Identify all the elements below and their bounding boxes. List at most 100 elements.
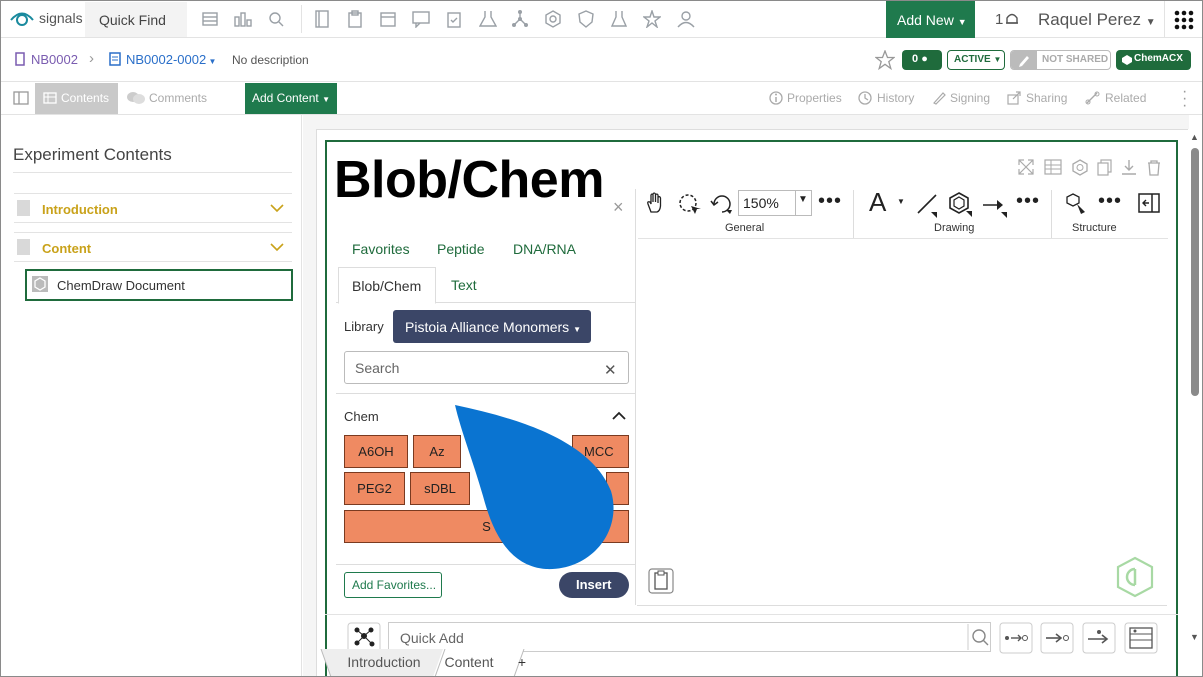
add-product-icon[interactable]: [1040, 622, 1074, 654]
user-menu[interactable]: Raquel Perez ▼: [1038, 10, 1156, 30]
add-new-button[interactable]: Add New ▼: [886, 1, 975, 38]
add-tab-button[interactable]: +: [512, 649, 532, 676]
chat-icon[interactable]: [412, 10, 430, 28]
bar-chart-icon[interactable]: [234, 11, 252, 27]
clipboard-paste-icon[interactable]: [648, 568, 674, 594]
panel-collapse-icon[interactable]: [1138, 193, 1160, 213]
tab-peptide[interactable]: Peptide: [437, 241, 484, 257]
download-icon[interactable]: [1121, 159, 1137, 176]
calendar-icon[interactable]: [380, 10, 396, 28]
comment-count: 0: [912, 53, 919, 65]
more-horizontal-icon[interactable]: •••: [1016, 190, 1040, 213]
hexagon-icon: [1122, 55, 1132, 65]
add-content-button[interactable]: Add Content ▼: [245, 83, 337, 114]
bottom-tab-content[interactable]: Content: [434, 649, 504, 676]
sharing-button[interactable]: Sharing: [1026, 91, 1067, 105]
expand-icon[interactable]: [1018, 159, 1034, 175]
chevron-down-icon[interactable]: [270, 243, 284, 252]
trash-icon[interactable]: [1146, 159, 1162, 176]
chemdraw-icon: [32, 276, 48, 292]
chemacx-label: ChemACX: [1134, 53, 1183, 64]
section-introduction[interactable]: Introduction: [14, 193, 292, 223]
status-dropdown[interactable]: ACTIVE ▼: [947, 50, 1005, 70]
quick-add-input[interactable]: Quick Add: [388, 622, 991, 652]
close-icon[interactable]: ×: [613, 197, 624, 218]
app-launcher-button[interactable]: [1164, 1, 1202, 38]
entry-description[interactable]: No description: [232, 53, 309, 67]
related-button[interactable]: Related: [1105, 91, 1146, 105]
copy-icon[interactable]: [1097, 159, 1113, 176]
rotate-icon[interactable]: [710, 192, 734, 216]
monomer-button[interactable]: PEG2: [344, 472, 405, 505]
comments-icon[interactable]: [126, 91, 146, 105]
notebook-icon: [15, 52, 25, 66]
structure-cleanup-icon[interactable]: [1065, 192, 1089, 216]
hand-icon[interactable]: [645, 192, 665, 214]
monomer-search-input[interactable]: Search: [344, 351, 629, 384]
library-dropdown[interactable]: Pistoia Alliance Monomers ▼: [393, 310, 591, 343]
properties-button[interactable]: Properties: [787, 91, 842, 105]
user-icon[interactable]: [677, 10, 695, 28]
sharing-status[interactable]: NOT SHARED: [1010, 50, 1111, 70]
clipboard-icon[interactable]: [348, 10, 362, 28]
caret-down-icon[interactable]: ▼: [798, 194, 808, 205]
lasso-icon[interactable]: [677, 192, 701, 216]
history-button[interactable]: History: [877, 91, 914, 105]
tab-contents[interactable]: Contents: [35, 83, 118, 114]
caret-down-icon[interactable]: ▼: [897, 197, 905, 206]
search-icon[interactable]: [268, 11, 284, 27]
stoichiometry-table-icon[interactable]: [1124, 622, 1158, 654]
more-vertical-icon[interactable]: · · ·: [1182, 84, 1187, 114]
logo-text[interactable]: signals: [39, 10, 83, 26]
chemdraw-icon[interactable]: [544, 10, 562, 28]
notebook-icon[interactable]: [315, 10, 329, 28]
tab-text[interactable]: Text: [451, 277, 477, 293]
tab-favorites[interactable]: Favorites: [352, 241, 410, 257]
table-icon[interactable]: [1044, 159, 1062, 175]
section-content[interactable]: Content: [14, 232, 292, 262]
experiment-contents-panel: Experiment Contents Introduction Content…: [1, 115, 302, 676]
table-icon[interactable]: [202, 11, 218, 27]
scroll-up-icon[interactable]: ▲: [1190, 132, 1199, 142]
chemdraw-icon[interactable]: [1071, 159, 1089, 176]
star-icon[interactable]: [875, 50, 895, 70]
tab-dna-rna[interactable]: DNA/RNA: [513, 241, 576, 257]
signing-button[interactable]: Signing: [950, 91, 990, 105]
bond-tool-icon[interactable]: [915, 192, 939, 218]
related-icon: [1085, 91, 1100, 105]
section-label: Content: [42, 241, 92, 256]
notification-count[interactable]: 1: [995, 11, 1003, 28]
tab-comments[interactable]: Comments: [149, 91, 207, 105]
quick-find-input[interactable]: Quick Find: [85, 2, 187, 37]
breadcrumb-notebook[interactable]: NB0002: [31, 52, 78, 67]
add-reagent-icon[interactable]: [1082, 622, 1116, 654]
arrow-tool-icon[interactable]: [981, 194, 1009, 218]
caret-down-icon: ▼: [573, 325, 581, 334]
comment-count-badge[interactable]: 0 ●: [902, 50, 942, 70]
add-reactant-icon[interactable]: [999, 622, 1033, 654]
chemacx-button[interactable]: ChemACX: [1116, 50, 1191, 70]
scrollbar-thumb[interactable]: [1191, 148, 1199, 396]
clear-search-icon[interactable]: ✕: [604, 361, 617, 379]
flask-icon[interactable]: [479, 10, 497, 28]
network-icon[interactable]: [511, 10, 529, 28]
panel-toggle-icon[interactable]: [13, 91, 29, 105]
more-horizontal-icon[interactable]: •••: [818, 190, 842, 213]
add-favorites-button[interactable]: Add Favorites...: [344, 572, 442, 598]
beaker-icon[interactable]: [611, 10, 627, 28]
chemdraw-document-item[interactable]: ChemDraw Document: [25, 269, 293, 301]
scroll-down-icon[interactable]: ▼: [1190, 632, 1199, 642]
tab-blob-chem[interactable]: Blob/Chem: [338, 267, 436, 304]
star-icon[interactable]: [643, 10, 661, 28]
search-icon[interactable]: [967, 624, 991, 650]
breadcrumb-entry[interactable]: NB0002-0002 ▼: [126, 52, 216, 67]
ring-tool-icon[interactable]: [947, 191, 973, 219]
monomer-button[interactable]: A6OH: [344, 435, 408, 468]
shield-icon[interactable]: [578, 10, 594, 28]
bottom-tab-introduction[interactable]: Introduction: [334, 649, 434, 676]
checklist-icon[interactable]: [447, 10, 461, 28]
chevron-down-icon[interactable]: [270, 204, 284, 213]
text-tool-icon[interactable]: A: [869, 187, 886, 218]
bell-icon[interactable]: [1005, 11, 1019, 27]
more-horizontal-icon[interactable]: •••: [1098, 190, 1122, 213]
